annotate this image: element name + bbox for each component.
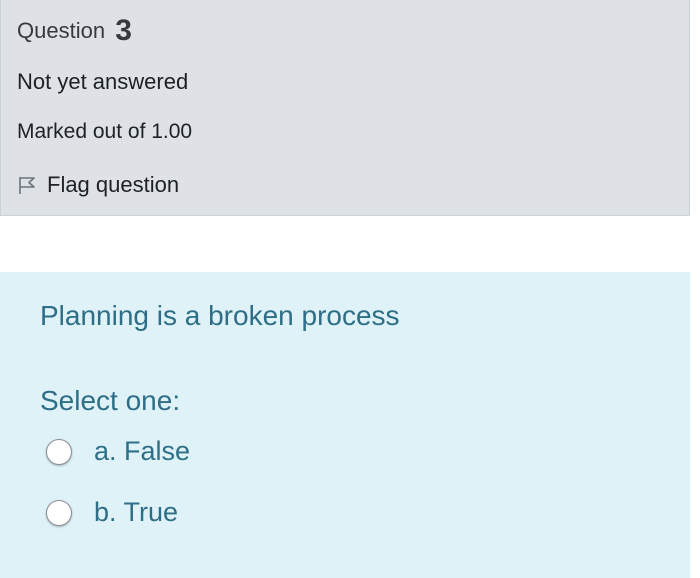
flag-icon bbox=[19, 177, 35, 194]
question-label: Question bbox=[17, 18, 106, 43]
question-info-panel: Question 3 Not yet answered Marked out o… bbox=[0, 0, 690, 216]
radio-button-b[interactable] bbox=[46, 499, 72, 526]
answer-option-b[interactable]: b. True bbox=[46, 497, 178, 528]
question-text: Planning is a broken process bbox=[40, 300, 400, 331]
answer-option-a[interactable]: a. False bbox=[46, 436, 190, 467]
flag-question-label: Flag question bbox=[47, 172, 180, 197]
answer-option-label: b. True bbox=[94, 497, 179, 527]
answer-prompt: Select one: bbox=[40, 385, 181, 416]
question-number: 3 bbox=[115, 14, 132, 47]
question-state: Not yet answered bbox=[17, 69, 189, 94]
question-content-panel: Planning is a broken process Select one:… bbox=[0, 272, 690, 578]
flag-question-button[interactable]: Flag question bbox=[17, 172, 179, 198]
answer-option-label: a. False bbox=[94, 436, 191, 466]
radio-button-a[interactable] bbox=[46, 438, 72, 465]
question-grade: Marked out of 1.00 bbox=[17, 120, 193, 143]
question-heading: Question 3 bbox=[17, 14, 132, 48]
